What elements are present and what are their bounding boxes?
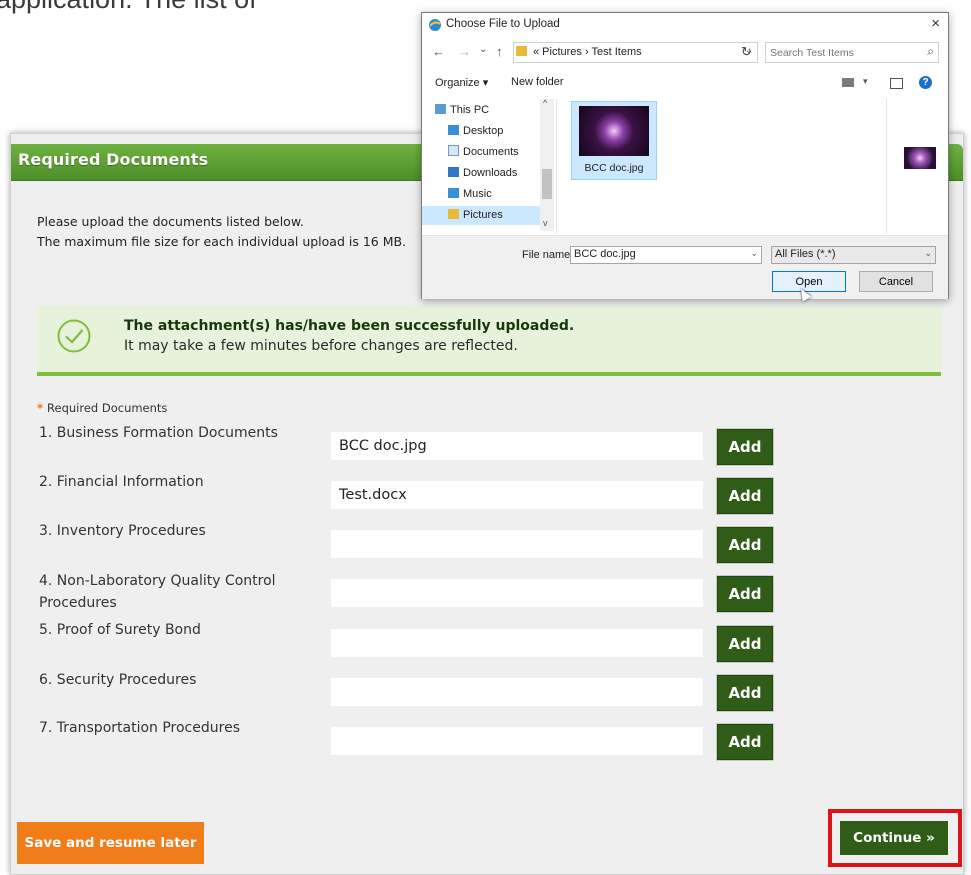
recent-locations-icon[interactable]: ⌄ <box>479 44 487 55</box>
up-arrow-icon[interactable]: ↑ <box>496 44 503 59</box>
dialog-navigation-bar: ← → ⌄ ↑ « Pictures › Test Items ⌄ ↻ ⌕ <box>422 41 948 65</box>
close-icon[interactable]: × <box>931 15 940 32</box>
open-button[interactable]: Open <box>772 271 846 292</box>
flower-thumbnail <box>579 106 649 156</box>
downloads-icon <box>448 167 459 177</box>
file-tile[interactable]: BCC doc.jpg <box>571 101 657 180</box>
tree-item-pictures[interactable]: Pictures <box>422 206 540 225</box>
back-arrow-icon[interactable]: ← <box>432 44 445 59</box>
add-button-inventory-procedures[interactable]: Add <box>717 527 773 563</box>
doc-input-security-procedures[interactable] <box>331 678 703 706</box>
desktop-icon <box>448 125 459 135</box>
folder-icon <box>516 46 527 56</box>
doc-input-inventory-procedures[interactable] <box>331 530 703 558</box>
file-name-input[interactable]: BCC doc.jpg ⌄ <box>570 246 762 264</box>
required-legend: * Required Documents <box>37 401 167 415</box>
panel-title: Required Documents <box>18 150 209 169</box>
file-type-select[interactable]: All Files (*.*) ⌄ <box>771 246 936 264</box>
preview-image <box>904 147 936 169</box>
intro-text: Please upload the documents listed below… <box>37 212 406 252</box>
add-button-surety-bond[interactable]: Add <box>717 626 773 662</box>
new-folder-button[interactable]: New folder <box>511 76 564 88</box>
music-icon <box>448 188 459 198</box>
chevron-down-icon[interactable]: ⌄ <box>750 248 758 259</box>
required-star: * <box>37 401 44 415</box>
search-icon: ⌕ <box>927 44 934 58</box>
doc-input-transportation-procedures[interactable] <box>331 727 703 755</box>
background-caption: application. The list of <box>0 0 257 15</box>
check-circle-icon <box>57 319 91 353</box>
organize-menu[interactable]: Organize ▾ <box>435 76 488 89</box>
add-button-quality-control[interactable]: Add <box>717 576 773 612</box>
file-name-value: BCC doc.jpg <box>574 248 636 260</box>
intro-line-1: Please upload the documents listed below… <box>37 214 304 229</box>
tree-item-downloads[interactable]: Downloads <box>448 164 517 183</box>
dialog-title: Choose File to Upload <box>446 18 560 30</box>
forward-arrow-icon[interactable]: → <box>458 44 471 59</box>
intro-line-2: The maximum file size for each individua… <box>37 234 407 249</box>
add-button-financial-information[interactable]: Add <box>717 478 773 514</box>
add-button-transportation-procedures[interactable]: Add <box>717 724 773 760</box>
required-legend-label: Required Documents <box>47 401 168 415</box>
address-path: « Pictures › Test Items <box>533 46 642 58</box>
add-button-security-procedures[interactable]: Add <box>717 675 773 711</box>
chevron-down-icon[interactable]: ⌄ <box>924 248 932 259</box>
scroll-up-icon[interactable]: ^ <box>543 98 547 108</box>
dialog-search-box[interactable]: ⌕ <box>765 42 939 63</box>
tree-item-documents[interactable]: Documents <box>448 143 519 162</box>
navigation-tree: This PC Desktop Documents Downloads Musi… <box>422 99 554 234</box>
tree-scrollbar[interactable]: ^ v <box>540 98 554 231</box>
view-dropdown-icon[interactable]: ▾ <box>863 76 868 87</box>
documents-icon <box>448 145 459 156</box>
file-upload-dialog: Choose File to Upload × ← → ⌄ ↑ « Pictur… <box>421 12 949 302</box>
doc-input-quality-control[interactable] <box>331 579 703 607</box>
scrollbar-thumb[interactable] <box>542 169 552 199</box>
dialog-titlebar: Choose File to Upload × <box>422 13 948 37</box>
pictures-icon <box>448 209 459 219</box>
doc-input-surety-bond[interactable] <box>331 629 703 657</box>
continue-highlight-box: Continue » <box>828 809 962 867</box>
computer-icon <box>435 104 446 114</box>
doc-label-financial-information: 2. Financial Information <box>39 474 204 490</box>
doc-input-financial-information[interactable] <box>331 481 703 509</box>
preview-pane-icon[interactable] <box>890 78 903 89</box>
view-icon[interactable] <box>842 78 854 87</box>
browser-icon <box>429 19 441 31</box>
file-list: BCC doc.jpg <box>556 99 887 234</box>
doc-label-quality-control: 4. Non-Laboratory Quality Control Proced… <box>39 573 276 611</box>
scroll-down-icon[interactable]: v <box>543 218 548 228</box>
add-button-business-formation[interactable]: Add <box>717 429 773 465</box>
tree-item-this-pc[interactable]: This PC <box>435 101 489 120</box>
refresh-icon[interactable]: ↻ <box>741 44 752 60</box>
continue-button[interactable]: Continue » <box>840 821 948 855</box>
doc-label-inventory-procedures: 3. Inventory Procedures <box>39 523 206 539</box>
doc-input-business-formation[interactable] <box>331 432 703 460</box>
file-type-value: All Files (*.*) <box>775 248 836 260</box>
tree-item-desktop[interactable]: Desktop <box>448 122 503 141</box>
cancel-button[interactable]: Cancel <box>859 271 933 292</box>
preview-pane <box>886 99 948 234</box>
doc-label-business-formation: 1. Business Formation Documents <box>39 425 278 441</box>
dialog-command-bar: Organize ▾ New folder ▾ ? <box>422 73 948 95</box>
file-name-label: File name: <box>522 249 574 261</box>
success-title: The attachment(s) has/have been successf… <box>124 318 575 334</box>
success-message: The attachment(s) has/have been successf… <box>37 306 941 376</box>
help-icon[interactable]: ? <box>919 76 932 89</box>
file-name: BCC doc.jpg <box>584 162 644 174</box>
tree-item-music[interactable]: Music <box>448 185 492 204</box>
dialog-search-input[interactable] <box>768 44 912 61</box>
doc-label-transportation-procedures: 7. Transportation Procedures <box>39 720 240 736</box>
doc-label-surety-bond: 5. Proof of Surety Bond <box>39 622 201 638</box>
address-bar[interactable]: « Pictures › Test Items ⌄ <box>513 42 758 63</box>
doc-label-security-procedures: 6. Security Procedures <box>39 672 197 688</box>
dialog-footer: File name: BCC doc.jpg ⌄ All Files (*.*)… <box>422 235 948 302</box>
success-detail: It may take a few minutes before changes… <box>124 338 518 354</box>
save-and-resume-button[interactable]: Save and resume later <box>17 822 204 864</box>
